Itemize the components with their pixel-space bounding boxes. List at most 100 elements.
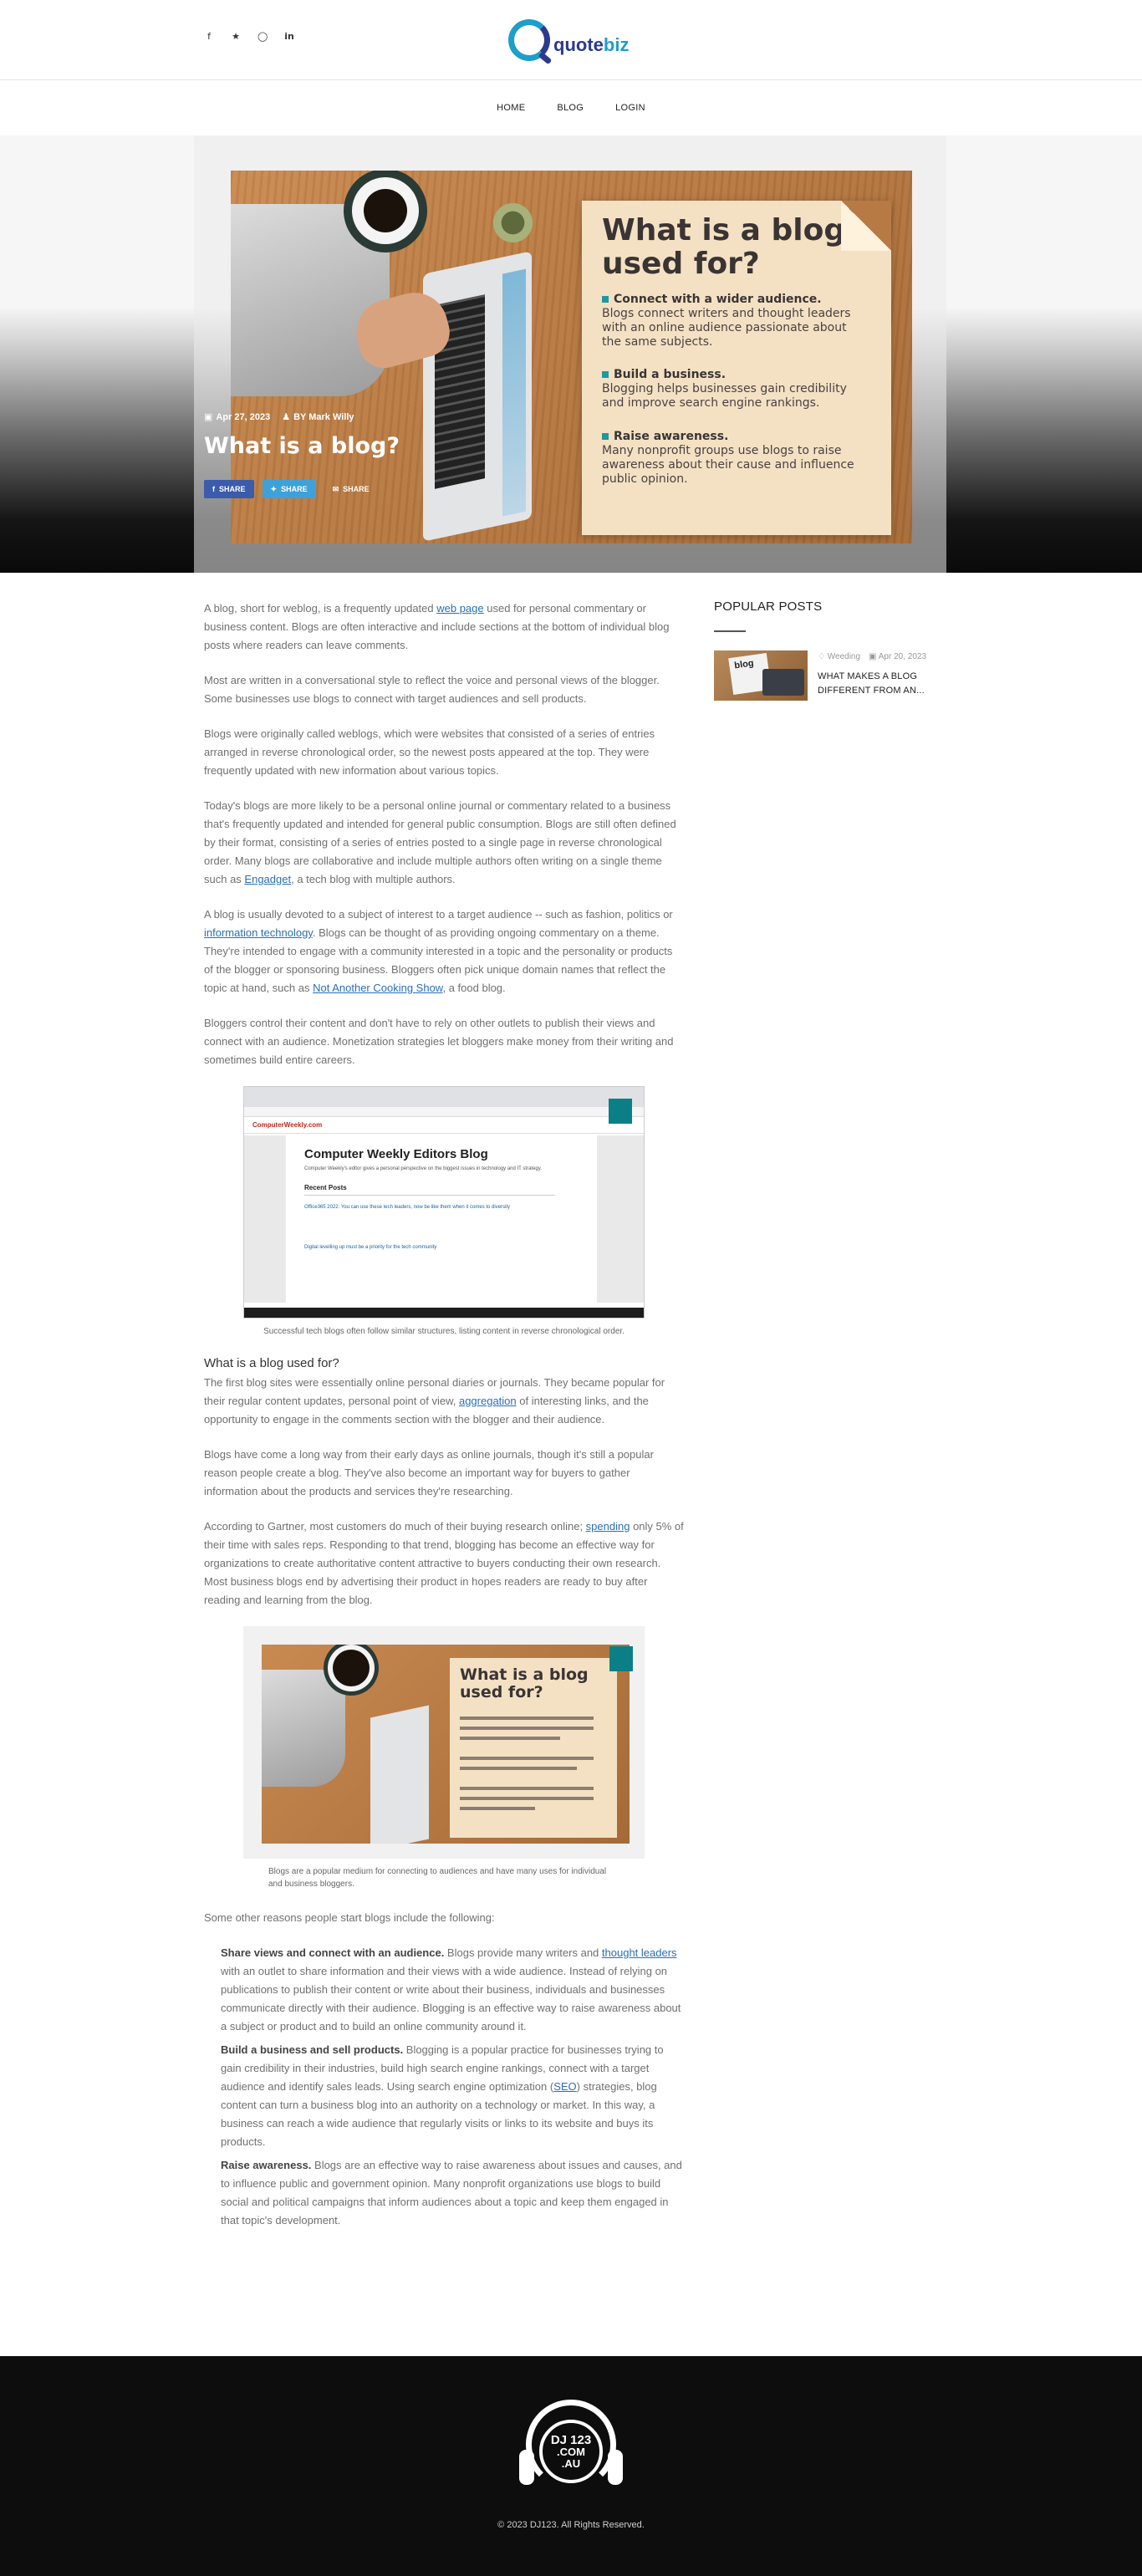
paragraph: A blog is usually devoted to a subject o… bbox=[204, 908, 673, 994]
link-spending[interactable]: spending bbox=[586, 1520, 630, 1533]
link-aggregation[interactable]: aggregation bbox=[459, 1395, 517, 1407]
browser-url-bar bbox=[244, 1107, 644, 1117]
section-heading: What is a blog used for? bbox=[204, 1356, 339, 1370]
hero-point-3-text: Many nonprofit groups use blogs to raise… bbox=[602, 444, 854, 486]
post-category-text: Weeding bbox=[827, 652, 861, 661]
link-thought-leaders[interactable]: thought leaders bbox=[602, 1946, 677, 1959]
paragraph: Some other reasons people start blogs in… bbox=[204, 1911, 495, 1924]
paragraph: Bloggers control their content and don't… bbox=[204, 1017, 674, 1066]
promo-text-line bbox=[460, 1716, 594, 1720]
teal-square bbox=[609, 1099, 632, 1124]
hero-point-2-title: Build a business. bbox=[602, 368, 869, 382]
user-icon: ♟ bbox=[282, 411, 291, 422]
email-icon: ✉ bbox=[332, 484, 339, 493]
nav-login[interactable]: LOGIN bbox=[615, 103, 645, 113]
hero-point-3-title: Raise awareness. bbox=[602, 430, 869, 444]
taskbar bbox=[244, 1308, 644, 1318]
site-header: f ★ ◯ in quotebiz bbox=[0, 0, 1142, 80]
link-information-technology[interactable]: information technology bbox=[204, 926, 313, 939]
twitter-icon[interactable]: ★ bbox=[231, 32, 241, 42]
promo-text-line bbox=[460, 1807, 535, 1810]
site-logo[interactable]: quotebiz bbox=[508, 18, 629, 62]
logo-q-mark bbox=[508, 19, 550, 61]
paragraph: Today's blogs are more likely to be a pe… bbox=[204, 799, 676, 885]
laptop-screen bbox=[502, 268, 526, 517]
left-gutter bbox=[244, 1135, 286, 1303]
laptop bbox=[423, 251, 532, 542]
logo-line-1: DJ 123 bbox=[550, 2432, 592, 2447]
share-email-label: SHARE bbox=[343, 485, 370, 493]
promo-paper-card: What is a blog used for? bbox=[450, 1658, 617, 1838]
sidebar: POPULAR POSTS blog ♢ Weeding ▣ Apr 20, 2… bbox=[714, 599, 940, 701]
post-thumbnail[interactable]: blog bbox=[714, 650, 808, 701]
linkedin-icon[interactable]: in bbox=[284, 32, 294, 42]
plant bbox=[490, 200, 536, 246]
paragraph: A blog, short for weblog, is a frequentl… bbox=[204, 602, 670, 651]
figure-blog-screenshot: ComputerWeekly.com Computer Weekly Edito… bbox=[204, 1086, 684, 1338]
logo-line-3: .AU bbox=[561, 2456, 581, 2470]
promo-text-line bbox=[460, 1757, 594, 1760]
promo-text-line bbox=[460, 1767, 577, 1770]
site-bar: ComputerWeekly.com bbox=[244, 1117, 644, 1134]
share-twitter-button[interactable]: ✦ SHARE bbox=[262, 480, 316, 498]
coffee-cup bbox=[333, 1650, 370, 1686]
popular-post-item[interactable]: blog ♢ Weeding ▣ Apr 20, 2023 WHAT MAKES… bbox=[714, 650, 940, 701]
sidebar-title: POPULAR POSTS bbox=[714, 599, 823, 614]
screenshot-content: Computer Weekly Editors Blog Computer We… bbox=[304, 1147, 555, 1251]
logo-line-2: .COM bbox=[557, 2445, 585, 2458]
reason-title: Raise awareness. bbox=[221, 2159, 312, 2171]
hero-paper-card: What is a blog used for? Connect with a … bbox=[582, 201, 891, 535]
nav-blog[interactable]: BLOG bbox=[557, 103, 584, 113]
tag-icon: ♢ bbox=[818, 652, 828, 661]
reason-title: Build a business and sell products. bbox=[221, 2043, 404, 2056]
share-twitter-label: SHARE bbox=[281, 485, 308, 493]
promo-text-line bbox=[460, 1737, 560, 1740]
post-date: ▣ Apr 27, 2023 bbox=[204, 411, 270, 422]
post-author-text: BY Mark Willy bbox=[293, 412, 354, 422]
screenshot-recent-posts: Recent Posts bbox=[304, 1184, 555, 1196]
facebook-icon: f bbox=[212, 485, 215, 493]
cw-logo: ComputerWeekly.com bbox=[252, 1121, 323, 1129]
nav-home[interactable]: HOME bbox=[497, 103, 525, 113]
logo-wordmark: quotebiz bbox=[553, 34, 629, 56]
site-footer: DJ 123 .COM .AU © 2023 DJ123. All Rights… bbox=[0, 2356, 1142, 2576]
hero-point-1-title: Connect with a wider audience. bbox=[602, 293, 869, 307]
instagram-icon[interactable]: ◯ bbox=[257, 32, 268, 42]
post-date-text: Apr 20, 2023 bbox=[878, 652, 926, 661]
right-gutter bbox=[597, 1135, 644, 1303]
list-item: Share views and connect with an audience… bbox=[221, 1946, 681, 2033]
promo-heading: What is a blog used for? bbox=[460, 1665, 589, 1701]
post-title-link[interactable]: WHAT MAKES A BLOG DIFFERENT FROM AN... bbox=[818, 670, 935, 698]
facebook-icon[interactable]: f bbox=[204, 32, 214, 42]
social-links: f ★ ◯ in bbox=[204, 32, 294, 42]
post-category[interactable]: ♢ Weeding bbox=[818, 652, 860, 661]
logo-text-dark: quote bbox=[553, 34, 604, 55]
copyright: © 2023 DJ123. All Rights Reserved. bbox=[497, 2520, 645, 2530]
screenshot-post-2: Digital levelling up must be a priority … bbox=[304, 1245, 437, 1250]
twitter-icon: ✦ bbox=[270, 484, 278, 493]
link-engadget[interactable]: Engadget bbox=[244, 873, 291, 885]
screenshot-post-1: Office365 2022: You can use these tech l… bbox=[304, 1205, 511, 1210]
hero-point-3: Raise awareness. Many nonprofit groups us… bbox=[602, 430, 869, 487]
hero-point-2: Build a business. Blogging helps business… bbox=[602, 368, 869, 411]
hero-meta: ▣ Apr 27, 2023 ♟ BY Mark Willy bbox=[204, 411, 354, 422]
screenshot-title: Computer Weekly Editors Blog bbox=[304, 1147, 488, 1161]
footer-logo[interactable]: DJ 123 .COM .AU bbox=[519, 2400, 623, 2503]
link-not-another-cooking-show[interactable]: Not Another Cooking Show bbox=[313, 982, 442, 994]
thumb-laptop bbox=[762, 669, 804, 696]
link-seo[interactable]: SEO bbox=[553, 2080, 576, 2093]
link-web-page[interactable]: web page bbox=[436, 602, 483, 615]
reason-title: Share views and connect with an audience… bbox=[221, 1946, 445, 1959]
teal-square bbox=[609, 1646, 633, 1671]
calendar-icon: ▣ bbox=[869, 652, 879, 661]
reasons-list: Share views and connect with an audience… bbox=[221, 1944, 684, 2230]
paragraph: Most are written in a conversational sty… bbox=[204, 674, 660, 705]
post-author[interactable]: ♟ BY Mark Willy bbox=[282, 411, 354, 422]
screenshot-subtitle: Computer Weekly's editor gives a persona… bbox=[304, 1166, 542, 1171]
share-facebook-button[interactable]: f SHARE bbox=[204, 480, 254, 498]
share-email-button[interactable]: ✉ SHARE bbox=[324, 480, 378, 498]
list-item: Build a business and sell products. Blog… bbox=[221, 2043, 664, 2148]
promo-photo: What is a blog used for? bbox=[262, 1645, 630, 1844]
post-date: ▣ Apr 20, 2023 bbox=[869, 652, 926, 661]
hero-point-2-text: Blogging helps businesses gain credibili… bbox=[602, 382, 847, 410]
